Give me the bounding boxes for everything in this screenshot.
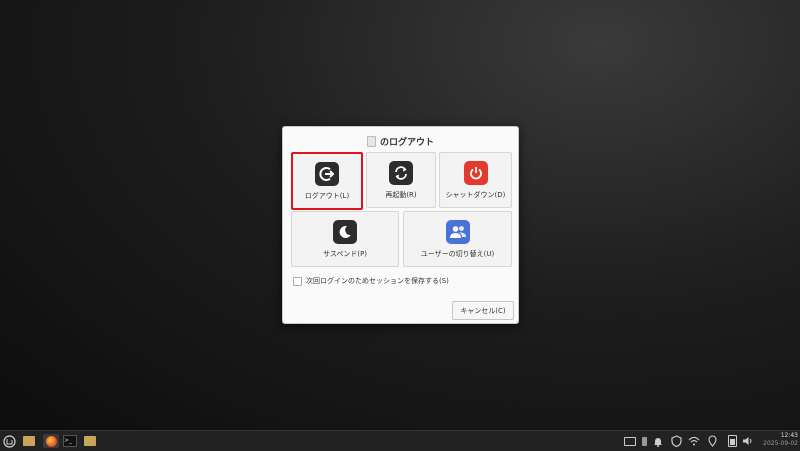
files-launcher-2[interactable] — [83, 434, 97, 448]
firefox-launcher[interactable] — [43, 434, 59, 448]
power-icon — [463, 161, 488, 185]
users-icon — [445, 220, 470, 244]
shield-icon[interactable] — [670, 435, 682, 447]
files-launcher[interactable] — [22, 434, 36, 448]
switch-user-label: ユーザーの切り替え(U) — [420, 250, 495, 258]
notifications-icon[interactable] — [652, 435, 664, 447]
keyboard-icon[interactable] — [624, 435, 636, 447]
terminal-launcher[interactable]: >_ — [63, 434, 77, 448]
restart-icon — [389, 161, 413, 185]
firefox-icon — [45, 435, 57, 447]
dialog-title-text: のログアウト — [379, 137, 434, 148]
folder-icon-2 — [84, 436, 96, 446]
switch-user-button[interactable]: ユーザーの切り替え(U) — [403, 211, 512, 267]
logout-label: ログアウト(L) — [304, 192, 350, 200]
mint-menu-icon — [2, 434, 16, 448]
suspend-label: サスペンド(P) — [322, 250, 368, 258]
save-session-label: 次回ログインのためセッションを保存する(S) — [306, 277, 449, 285]
restart-button[interactable]: 再起動(R) — [366, 152, 436, 208]
save-session-checkbox[interactable] — [293, 276, 302, 286]
logout-dialog: のログアウト ログアウト(L) 再起動(R) シャットダウン(D) サスペンド(… — [282, 126, 519, 324]
folder-icon — [23, 436, 35, 446]
logout-icon — [315, 162, 339, 186]
input-indicator-icon[interactable] — [638, 435, 650, 447]
dialog-title: のログアウト — [283, 133, 518, 149]
moon-icon — [333, 220, 357, 244]
battery-icon[interactable] — [726, 435, 738, 447]
location-icon[interactable] — [706, 435, 718, 447]
suspend-button[interactable]: サスペンド(P) — [291, 211, 399, 267]
logout-button[interactable]: ログアウト(L) — [291, 152, 363, 210]
restart-label: 再起動(R) — [385, 191, 417, 199]
cancel-button[interactable]: キャンセル(C) — [452, 301, 514, 320]
wifi-icon[interactable] — [688, 435, 700, 447]
clock-date: 2025-09-02 — [763, 440, 798, 447]
save-session-row[interactable]: 次回ログインのためセッションを保存する(S) — [293, 276, 449, 286]
volume-icon[interactable] — [742, 435, 754, 447]
shutdown-button[interactable]: シャットダウン(D) — [439, 152, 512, 208]
clock[interactable]: 12:43 2025-09-02 — [763, 432, 798, 448]
taskbar: >_ 12:43 2025-09-02 — [0, 430, 800, 451]
user-icon — [366, 135, 376, 147]
clock-time: 12:43 — [780, 432, 798, 439]
terminal-icon: >_ — [63, 435, 77, 447]
menu-button[interactable] — [2, 434, 16, 448]
shutdown-label: シャットダウン(D) — [445, 191, 506, 199]
